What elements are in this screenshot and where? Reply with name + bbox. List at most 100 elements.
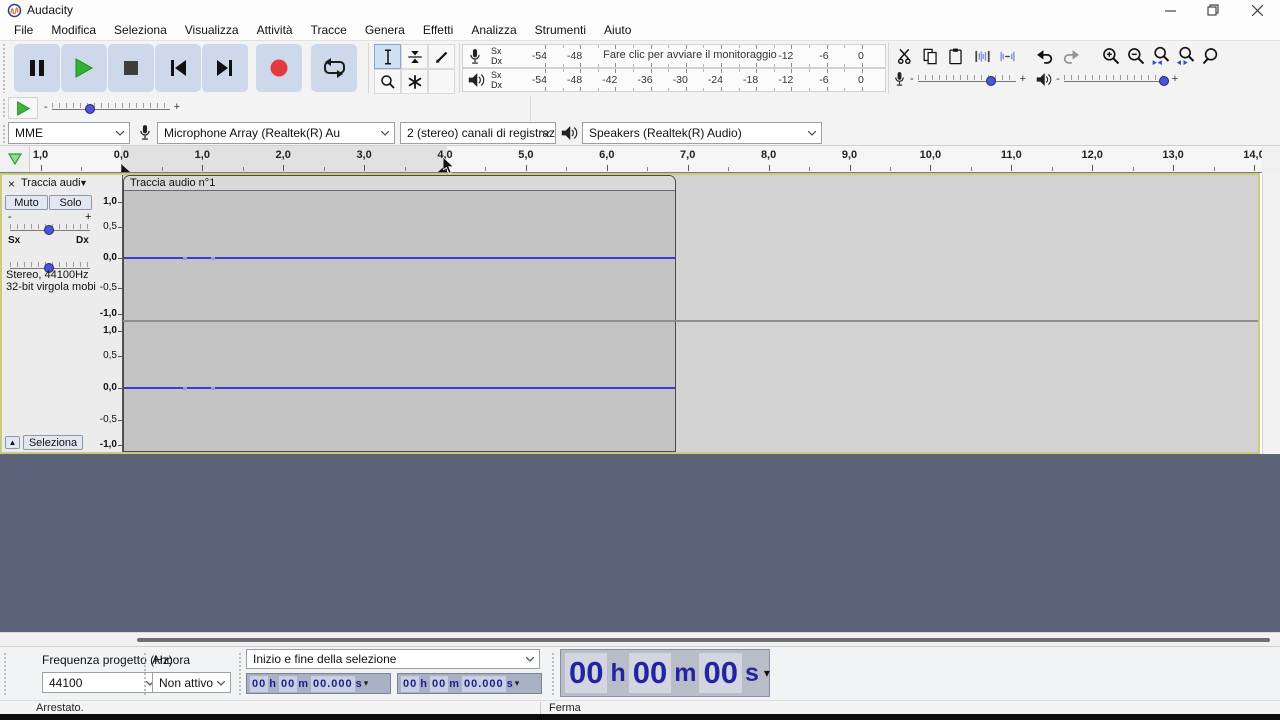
vertical-scrollbar[interactable] (1262, 173, 1280, 454)
monitoring-hint[interactable]: Fare clic per avviare il monitoraggio (595, 49, 785, 61)
time-segment[interactable]: 00 (629, 653, 671, 693)
loop-button[interactable] (311, 44, 357, 92)
play-button[interactable] (61, 44, 107, 92)
dropdown-arrow-icon[interactable]: ▾ (515, 678, 520, 689)
play-volume-slider[interactable] (1064, 72, 1168, 86)
time-segment[interactable]: 00 (430, 676, 448, 692)
time-segment[interactable]: 00.000 (462, 676, 506, 692)
close-icon[interactable] (1240, 0, 1274, 20)
device-toolbar-grip[interactable] (2, 124, 6, 144)
play-at-speed-button[interactable] (8, 97, 38, 119)
maximize-icon[interactable] (1196, 0, 1230, 20)
skip-to-end-button[interactable] (202, 44, 248, 92)
zoom-tool-button[interactable] (374, 69, 401, 94)
menu-item-genera[interactable]: Genera (356, 21, 414, 39)
track-collapse-button[interactable]: ▲ (5, 436, 20, 449)
big-time-display[interactable]: 00h00m00s▾ (560, 649, 770, 697)
envelope-tool-button[interactable] (401, 44, 428, 69)
mute-button[interactable]: Muto (5, 195, 48, 210)
time-segment[interactable]: h (608, 653, 627, 693)
time-segment[interactable]: h (268, 676, 277, 692)
undo-button[interactable] (1032, 44, 1057, 68)
slider-thumb[interactable] (1159, 76, 1169, 86)
multi-tool-button[interactable] (401, 69, 428, 94)
menu-item-aiuto[interactable]: Aiuto (595, 21, 640, 39)
time-segment[interactable]: h (419, 676, 428, 692)
time-segment[interactable]: 00 (279, 676, 297, 692)
dropdown-arrow-icon[interactable]: ▾ (364, 678, 369, 689)
time-segment[interactable]: 00 (699, 653, 741, 693)
record-button[interactable] (256, 44, 302, 92)
menu-item-attività[interactable]: Attività (248, 21, 302, 39)
toolbar-grip[interactable] (143, 652, 147, 696)
slider-thumb[interactable] (85, 104, 95, 114)
track-close-button[interactable]: × (5, 177, 18, 190)
zoom-toggle-button[interactable] (1198, 44, 1223, 68)
slider-thumb[interactable] (986, 76, 996, 86)
gain-slider[interactable] (10, 221, 90, 235)
pause-button[interactable] (14, 44, 60, 92)
zoom-selection-button[interactable] (1148, 44, 1173, 68)
solo-button[interactable]: Solo (49, 195, 92, 210)
selection-start-time[interactable]: 00h00m00.000s▾ (246, 673, 391, 694)
minimize-icon[interactable] (1153, 0, 1187, 20)
audio-clip[interactable]: Traccia audio n°1 (123, 175, 676, 452)
copy-button[interactable] (918, 44, 943, 68)
recording-channels-select[interactable]: 2 (stereo) canali di registrazi (400, 122, 556, 144)
selection-mode-select[interactable]: Inizio e fine della selezione (246, 649, 540, 669)
zoom-out-button[interactable] (1123, 44, 1148, 68)
time-segment[interactable]: m (297, 676, 309, 692)
toolbar-grip[interactable] (551, 652, 555, 696)
cut-button[interactable] (893, 44, 918, 68)
snap-select[interactable]: Non attivo (152, 672, 231, 693)
menu-item-seleziona[interactable]: Seleziona (105, 21, 176, 39)
horizontal-scrollbar[interactable] (0, 632, 1280, 646)
slider-thumb[interactable] (44, 225, 54, 235)
playback-device-select[interactable]: Speakers (Realtek(R) Audio) (582, 122, 822, 144)
redo-button[interactable] (1058, 44, 1083, 68)
track-menu-arrow-icon[interactable]: ▼ (79, 178, 88, 188)
track-menu-title[interactable]: Traccia audi (21, 177, 81, 189)
menu-item-strumenti[interactable]: Strumenti (526, 21, 595, 39)
menu-item-effetti[interactable]: Effetti (414, 21, 462, 39)
recording-device-select[interactable]: Microphone Array (Realtek(R) Au (157, 122, 395, 144)
time-segment[interactable]: s (355, 676, 363, 692)
timeline-ruler[interactable]: 1,00,01,02,03,04,05,06,07,08,09,010,011,… (0, 146, 1262, 173)
zoom-in-button[interactable] (1098, 44, 1123, 68)
zoom-fit-project-button[interactable] (1173, 44, 1198, 68)
stop-button[interactable] (108, 44, 154, 92)
menu-item-file[interactable]: File (5, 21, 42, 39)
selection-toolbar-grip[interactable] (3, 652, 7, 696)
draw-tool-button[interactable] (428, 44, 455, 69)
waveform-area[interactable]: Traccia audio n°1 (123, 175, 1258, 452)
audio-host-select[interactable]: MME (8, 122, 130, 144)
time-segment[interactable]: 00 (250, 676, 268, 692)
time-segment[interactable]: 00.000 (311, 676, 355, 692)
dropdown-arrow-icon[interactable]: ▾ (764, 666, 770, 680)
menu-item-visualizza[interactable]: Visualizza (176, 21, 248, 39)
toolbar-grip[interactable] (238, 652, 242, 696)
playspeed-toolbar-grip[interactable] (2, 98, 6, 118)
record-volume-slider[interactable] (918, 72, 1016, 86)
time-segment[interactable]: m (672, 653, 698, 693)
track-select-button[interactable]: Seleziona (23, 435, 83, 450)
time-segment[interactable]: 00 (565, 653, 607, 693)
silence-audio-button[interactable] (995, 44, 1020, 68)
menu-item-tracce[interactable]: Tracce (302, 21, 356, 39)
selection-tool-button[interactable] (374, 44, 401, 69)
time-segment[interactable]: s (506, 676, 514, 692)
trim-audio-button[interactable] (970, 44, 995, 68)
time-segment[interactable]: s (743, 653, 761, 693)
clip-title[interactable]: Traccia audio n°1 (124, 176, 675, 191)
time-segment[interactable]: 00 (401, 676, 419, 692)
channel-divider[interactable] (123, 320, 1258, 322)
scrollbar-thumb[interactable] (137, 638, 1270, 642)
menu-item-analizza[interactable]: Analizza (462, 21, 525, 39)
playback-meter[interactable]: SxDx -54-48-42-36-30-24-18-12-60 (462, 68, 886, 92)
skip-to-start-button[interactable] (155, 44, 201, 92)
play-speed-slider[interactable] (52, 100, 170, 114)
time-segment[interactable]: m (448, 676, 460, 692)
recording-meter[interactable]: SxDx -54-48-12-60Fare clic per avviare i… (462, 44, 886, 68)
paste-button[interactable] (943, 44, 968, 68)
selection-end-time[interactable]: 00h00m00.000s▾ (397, 673, 542, 694)
